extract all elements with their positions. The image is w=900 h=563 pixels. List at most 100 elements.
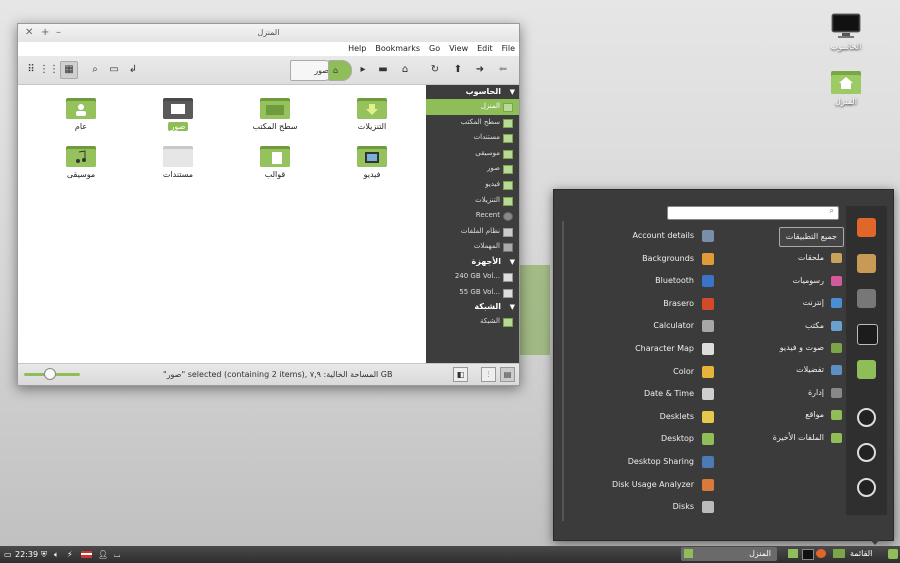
logout-icon[interactable] [857,443,876,462]
minimize-icon[interactable]: – [56,24,61,42]
sidebar-item-desktop[interactable]: سطح المكتب [426,115,519,131]
launcher-desktop-icon[interactable] [833,549,845,558]
zoom-slider-knob[interactable] [44,368,57,380]
menu-app-item[interactable]: Backgrounds [642,250,716,268]
folder-icon[interactable] [857,360,876,379]
keyboard-flag-icon[interactable] [81,551,92,558]
lock-icon[interactable] [857,408,876,427]
forward-icon[interactable]: ➜ [471,61,489,79]
sidebar-item-documents[interactable]: مستندات [426,130,519,146]
menu-app-item[interactable]: Bluetooth [655,272,716,290]
menu-app-item[interactable]: Character Map [635,340,716,358]
search-icon[interactable]: ⌕ [86,61,104,79]
menu-go[interactable]: Go [429,42,440,56]
menu-category[interactable]: إدارة [808,384,844,402]
terminal-icon[interactable] [857,324,878,345]
launcher-terminal-icon[interactable] [802,549,814,560]
sidebar-item-network[interactable]: الشبكة [426,314,519,330]
sidebar-heading-devices[interactable]: ▼ الأجهزة [426,255,519,269]
menu-button[interactable]: القائمة [850,547,898,561]
menu-category[interactable]: ملحقات [798,249,844,267]
folder-downloads[interactable]: التنزيلات [337,95,407,131]
desktop-computer-icon[interactable]: الحاسوب [816,13,876,51]
menu-app-item[interactable]: Desktop Sharing [628,453,716,471]
sidebar-heading-network[interactable]: ▼ الشبكة [426,300,519,314]
back-icon[interactable]: ⬅ [494,61,512,79]
settings-icon[interactable] [857,289,876,308]
sidebar-item-filesystem[interactable]: نظام الملفات [426,224,519,240]
compact-view-icon[interactable]: ⋮⋮ [39,61,59,79]
menu-app-item[interactable]: Desklets [660,408,716,426]
menu-view[interactable]: View [449,42,468,56]
shutdown-icon[interactable] [857,478,876,497]
menu-app-item[interactable]: Calculator [653,317,716,335]
menu-app-item[interactable]: Color [673,363,716,381]
clock[interactable]: 22:39 [15,546,38,563]
folder-public[interactable]: عام [46,95,116,131]
menu-file[interactable]: File [502,42,515,56]
folder-music[interactable]: موسيقى [46,143,116,179]
menu-category[interactable]: تفضيلات [796,361,844,379]
up-icon[interactable]: ⬆ [449,61,467,79]
folder-videos[interactable]: فيديو [337,143,407,179]
update-shield-icon[interactable]: ⛨ [41,546,47,563]
menu-app-item[interactable]: Disk Usage Analyzer [612,476,716,494]
toggle-location-icon[interactable]: ↲ [124,61,142,79]
show-desktop-icon[interactable]: ▭ [4,546,12,563]
reload-icon[interactable]: ↻ [426,61,444,79]
computer-icon[interactable]: ▬ [374,61,392,79]
menu-app-item[interactable]: Brasero [663,295,716,313]
menu-category[interactable]: صوت و فيديو [780,339,844,357]
menu-app-item[interactable]: Disks [673,498,716,516]
user-icon[interactable]: 👤︎ [98,546,108,563]
sidebar-item-pictures[interactable]: صور [426,161,519,177]
menu-app-item[interactable]: Desktop [661,430,716,448]
notifications-icon[interactable]: ⌴ [114,546,120,563]
package-icon[interactable] [857,254,876,273]
menu-app-item[interactable]: Account details [633,227,717,245]
sidebar-item-videos[interactable]: فيديو [426,177,519,193]
breadcrumb-home[interactable]: ⌂ [328,60,352,81]
folder-pictures[interactable]: صور [143,95,213,131]
folder-documents[interactable]: مستندات [143,143,213,179]
sidebar-item-recent[interactable]: Recent [426,208,519,224]
sidebar-item-downloads[interactable]: التنزيلات [426,193,519,209]
sidebar-item-volume-240[interactable]: 240 GB Vol... [426,269,519,285]
sidebar-item-trash[interactable]: المهملات [426,239,519,255]
menu-category[interactable]: مواقع [805,406,844,424]
apps-scrollbar[interactable] [562,221,564,521]
launcher-files-icon[interactable] [788,549,798,558]
menu-app-item[interactable]: Date & Time [644,385,716,403]
folder-templates[interactable]: قوالب [240,143,310,179]
launcher-firefox-icon[interactable] [816,549,826,558]
sidebar-item-home[interactable]: المنزل [426,99,519,115]
close-icon[interactable]: ✕ [25,24,33,42]
sidebar-heading-computer[interactable]: ▼ الحاسوب [426,85,519,99]
search-input[interactable]: ⌕ [667,206,839,220]
list-view-icon[interactable]: ⠿ [22,61,40,79]
menu-category[interactable]: الملفات الأخيرة [773,429,844,447]
sidebar-item-music[interactable]: موسيقى [426,146,519,162]
taskbar-window-home[interactable]: المنزل [681,547,777,561]
menu-category[interactable]: إنترنت [803,294,844,312]
menu-bookmarks[interactable]: Bookmarks [375,42,420,56]
open-terminal-icon[interactable]: ▭ [105,61,123,79]
network-icon[interactable]: ⚡︎ [67,546,73,563]
menu-category[interactable]: جميع التطبيقات [778,227,844,247]
menu-help[interactable]: Help [348,42,366,56]
places-view-icon[interactable]: ▤ [500,367,515,382]
volume-icon[interactable]: 🔈︎ [54,546,59,563]
desktop-home-icon[interactable]: المنزل [816,68,876,106]
folder-desktop[interactable]: سطح المكتب [240,95,310,131]
menu-category[interactable]: مكتب [805,317,844,335]
tree-view-icon[interactable]: ⫶ [481,367,496,382]
sidebar-toggle-icon[interactable]: ◧ [453,367,468,382]
sidebar-item-volume-55[interactable]: 55 GB Vol... [426,285,519,301]
home-icon[interactable]: ⌂ [396,61,414,79]
icon-view-icon[interactable]: ▦ [60,61,78,79]
file-view[interactable]: عام صور سطح المكتب التنزيلات موسيقى مستن… [18,85,425,363]
menu-edit[interactable]: Edit [477,42,493,56]
menu-category[interactable]: رسوميات [793,272,844,290]
window-titlebar[interactable]: ✕ + – المنزل [18,24,519,42]
firefox-icon[interactable] [857,218,876,237]
